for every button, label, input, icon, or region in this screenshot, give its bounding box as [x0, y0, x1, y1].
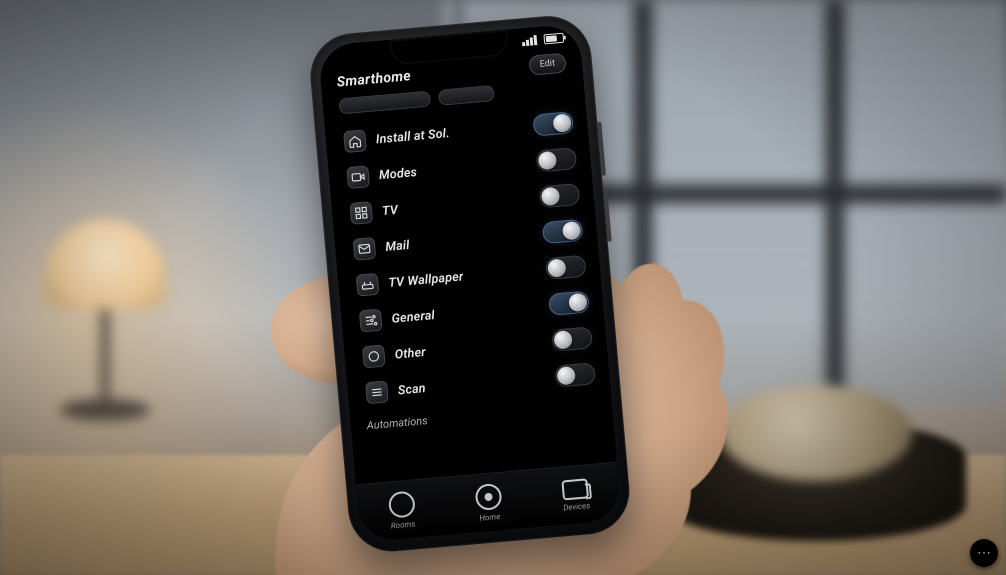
nav-label: Devices	[563, 501, 591, 512]
toggle-switch[interactable]	[539, 183, 581, 208]
background-bowl	[666, 421, 966, 541]
device-icon	[561, 478, 589, 500]
sliders-icon	[359, 309, 383, 333]
toggle-switch[interactable]	[542, 219, 584, 244]
settings-row-label: General	[391, 307, 435, 326]
circle-icon	[362, 345, 386, 369]
home-icon	[343, 129, 367, 153]
settings-row-label: Scan	[397, 381, 426, 398]
smartphone: Smarthome Edit Install at Sol. Modes TV Mai…	[307, 12, 633, 555]
background-lamp	[30, 219, 180, 439]
toggle-switch[interactable]	[545, 255, 587, 280]
nav-item-rooms[interactable]: Rooms	[387, 490, 416, 530]
settings-row-label: TV Wallpaper	[388, 269, 464, 290]
settings-row-label: Mail	[385, 237, 410, 254]
circle-icon	[387, 490, 415, 518]
dot-circle-icon	[474, 482, 502, 510]
mail-icon	[353, 237, 377, 261]
app-title: Smarthome	[336, 68, 411, 90]
settings-row-label: Modes	[378, 165, 417, 183]
router-icon	[356, 273, 380, 297]
toggle-switch[interactable]	[554, 362, 596, 387]
toggle-switch[interactable]	[536, 147, 578, 172]
photo-scene: Smarthome Edit Install at Sol. Modes TV Mai…	[0, 0, 1006, 575]
bars-icon	[365, 380, 389, 404]
nav-item-devices[interactable]: Devices	[561, 478, 591, 512]
nav-label: Home	[479, 512, 501, 523]
grid-icon	[349, 201, 373, 225]
toggle-switch[interactable]	[532, 111, 574, 136]
video-icon	[346, 165, 370, 189]
nav-item-home[interactable]: Home	[474, 482, 503, 522]
header-action-button[interactable]: Edit	[528, 53, 567, 76]
corner-badge[interactable]: ⋯	[970, 539, 998, 567]
settings-row-label: TV	[382, 202, 399, 218]
phone-screen: Smarthome Edit Install at Sol. Modes TV Mai…	[318, 23, 622, 542]
settings-list: Install at Sol. Modes TV Mail TV Wallpaper Ge…	[324, 101, 610, 413]
toggle-switch[interactable]	[551, 326, 593, 351]
signal-icon	[522, 35, 539, 46]
filter-chip[interactable]	[438, 85, 495, 106]
settings-row-label: Install at Sol.	[375, 126, 450, 147]
battery-icon	[543, 33, 564, 45]
settings-row-label: Other	[394, 344, 426, 362]
nav-label: Rooms	[391, 519, 416, 530]
toggle-switch[interactable]	[548, 291, 590, 316]
